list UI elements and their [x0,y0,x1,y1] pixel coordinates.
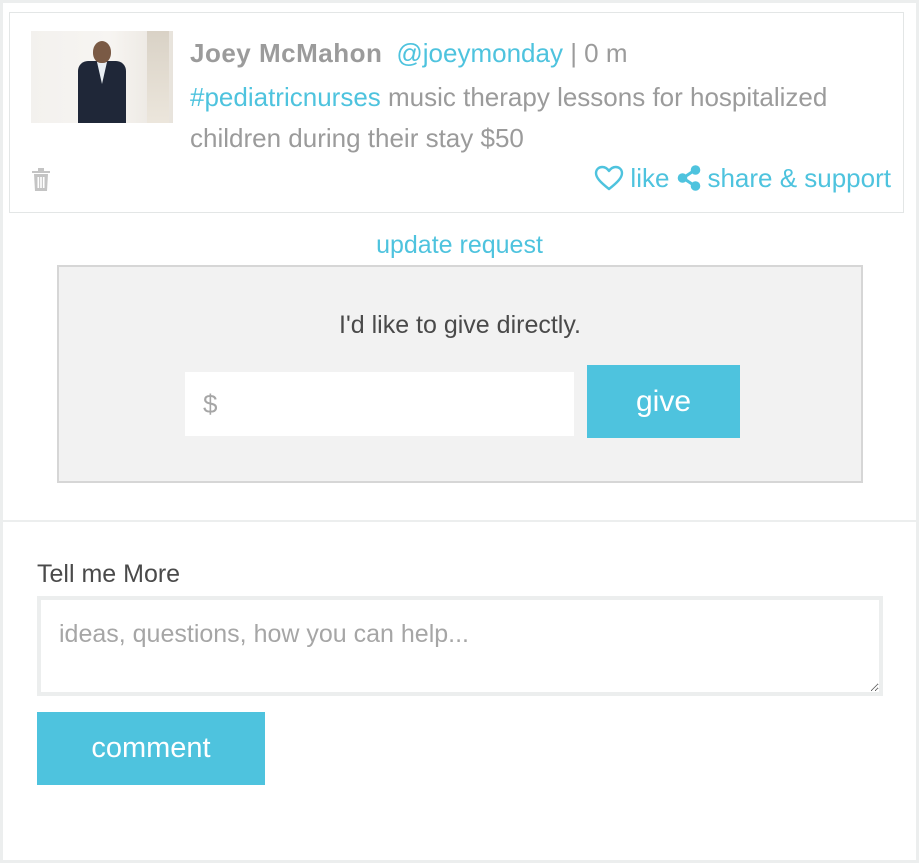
like-label: like [630,163,670,193]
comment-field[interactable] [37,596,883,696]
heart-icon [594,165,624,191]
post-text: #pediatricnurses music therapy lessons f… [190,77,880,159]
update-request-link[interactable]: update request [0,228,919,262]
section-divider [3,520,916,522]
give-title: I'd like to give directly. [339,311,581,339]
avatar[interactable] [31,31,173,123]
avatar-background [147,31,169,123]
share-support-button[interactable]: share & support [669,161,891,195]
post-time: | 0 m [562,38,628,68]
post-header: Joey McMahon @joeymonday | 0 m [190,37,628,69]
amount-input[interactable] [185,372,574,436]
trash-icon[interactable] [30,168,52,192]
like-button[interactable]: like [594,161,669,195]
author-handle[interactable]: @joeymonday [396,38,563,68]
comment-label: Tell me More [37,560,181,588]
comment-button[interactable]: comment [37,712,265,785]
post-card: Joey McMahon @joeymonday | 0 m #pediatric… [9,12,904,213]
give-panel: I'd like to give directly. give [57,265,863,483]
share-support-label: share & support [707,163,891,193]
share-icon [677,165,701,191]
give-button[interactable]: give [587,365,740,438]
post-actions: like share & support [594,161,891,195]
author-name[interactable]: Joey McMahon [190,38,382,68]
hashtag-link[interactable]: #pediatricnurses [190,82,381,112]
avatar-head [93,41,111,63]
